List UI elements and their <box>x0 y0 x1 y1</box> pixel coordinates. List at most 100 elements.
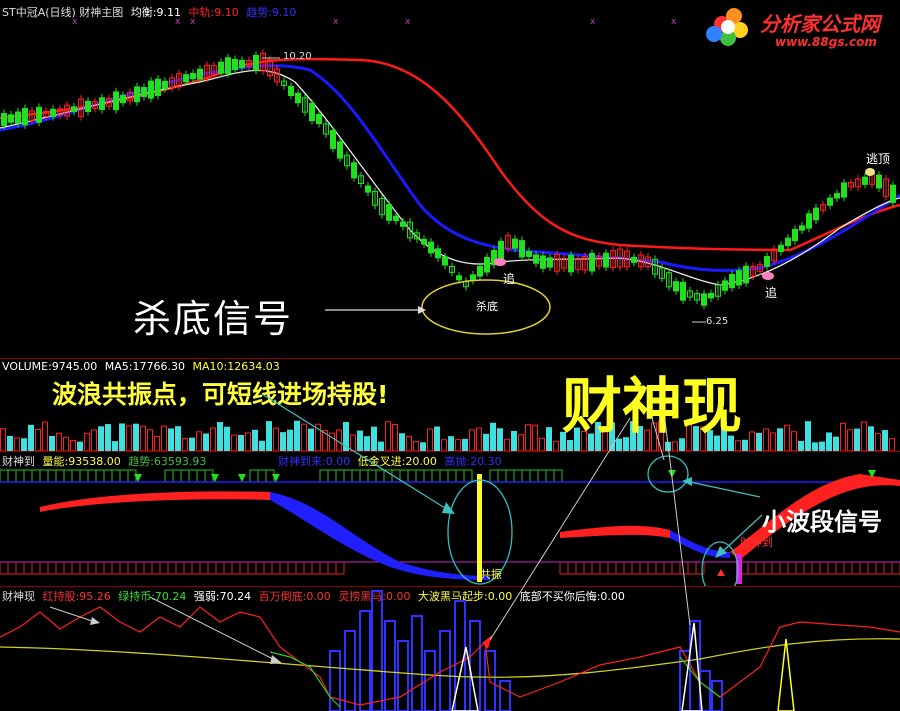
site-logo[interactable]: 分析家公式网 www.88gs.com <box>700 2 900 52</box>
green-comb-tooth <box>0 469 9 482</box>
green-comb-tooth <box>513 469 523 482</box>
red-comb-tooth <box>819 562 829 575</box>
volume-bar <box>315 423 321 451</box>
green-comb-tooth <box>545 469 555 482</box>
volume-bar <box>112 441 118 451</box>
volume-bar <box>70 439 76 451</box>
volume-bar <box>105 424 111 451</box>
volume-bar <box>147 429 153 451</box>
volume-bar <box>287 429 293 451</box>
volume-bar <box>126 425 132 451</box>
green-comb-tooth <box>439 469 449 482</box>
green-comb-tooth <box>359 469 369 482</box>
green-comb-tooth <box>351 469 361 482</box>
red-comb-tooth <box>111 562 121 575</box>
resonance-label: 共振 <box>480 568 502 581</box>
red-comb-tooth <box>87 562 97 575</box>
green-comb-tooth <box>127 469 137 482</box>
volume-bar <box>371 426 377 451</box>
green-comb-tooth <box>188 469 198 482</box>
red-comb-tooth <box>623 562 633 575</box>
red-comb-tooth <box>787 562 797 575</box>
volume-bar <box>161 425 167 451</box>
flower-icon <box>706 8 748 46</box>
volume-bar <box>140 425 146 451</box>
red-up-arrow <box>717 569 725 576</box>
volume-bar <box>539 437 545 451</box>
main-chart-panel[interactable]: ST中冠A(日线) 财神主图 均衡:9.11 中轨:9.10 趋势:9.10 x… <box>0 0 900 358</box>
volume-bar <box>259 440 265 451</box>
red-comb-tooth <box>311 562 321 575</box>
volume-bar <box>805 421 811 451</box>
red-comb-tooth <box>591 562 601 575</box>
red-comb <box>0 562 900 575</box>
green-comb-tooth <box>196 469 206 482</box>
balance-line <box>0 69 900 286</box>
volume-bar <box>28 424 34 451</box>
volume-bar <box>490 422 496 451</box>
candlesticks <box>1 49 896 310</box>
tower-bar <box>499 680 511 711</box>
green-comb-tooth <box>399 469 409 482</box>
green-comb-tooth <box>327 469 337 482</box>
volume-bar <box>546 427 552 451</box>
red-comb-tooth <box>71 562 81 575</box>
green-comb-tooth <box>39 469 49 482</box>
volume-bar <box>245 432 251 451</box>
green-comb-tooth <box>447 469 457 482</box>
red-comb-tooth <box>559 562 569 575</box>
green-comb-tooth <box>423 469 433 482</box>
volume-bar <box>518 434 524 451</box>
caishenxian-panel[interactable]: 财神现 红持股:95.26 绿持币:70.24 强弱:70.24 百万倒底:0.… <box>0 587 900 711</box>
volume-bar <box>553 440 559 451</box>
volume-bar <box>770 432 776 451</box>
volume-bar <box>441 439 447 451</box>
red-comb-tooth <box>279 562 289 575</box>
green-comb-tooth <box>164 469 174 482</box>
volume-bar <box>336 429 342 451</box>
volume-bar <box>525 424 531 451</box>
volume-bar <box>21 438 27 451</box>
volume-bar <box>182 437 188 451</box>
volume-bar <box>357 430 363 451</box>
red-comb-tooth <box>335 562 345 575</box>
red-comb-tooth <box>835 562 845 575</box>
green-comb-tooth <box>204 469 214 482</box>
volume-bar <box>154 435 160 451</box>
red-comb-tooth <box>7 562 17 575</box>
green-comb-tooth <box>537 469 547 482</box>
volume-bar <box>385 421 391 451</box>
volume-bar <box>434 426 440 451</box>
red-comb-tooth <box>303 562 313 575</box>
volume-bar <box>308 428 314 451</box>
volume-bar <box>840 422 846 451</box>
green-comb-tooth <box>391 469 401 482</box>
volume-bar <box>322 430 328 451</box>
volume-bar <box>812 442 818 451</box>
green-comb-tooth <box>367 469 377 482</box>
green-comb-tooth <box>489 469 499 482</box>
red-comb-tooth <box>287 562 297 575</box>
tower-bar <box>359 610 371 711</box>
volume-bar <box>364 436 370 451</box>
red-comb-tooth <box>55 562 65 575</box>
volume-bar <box>42 421 48 451</box>
green-comb-tooth <box>553 469 563 482</box>
volume-bar <box>392 423 398 451</box>
red-comb-tooth <box>607 562 617 575</box>
green-comb-tooth <box>505 469 515 482</box>
green-comb-tooth <box>415 469 425 482</box>
volume-bar <box>301 423 307 451</box>
red-comb-tooth <box>119 562 129 575</box>
escape-top-label: 逃顶 <box>866 152 891 166</box>
chase-label-1: 追 <box>503 272 516 286</box>
volume-bar <box>189 437 195 451</box>
red-comb-tooth <box>575 562 585 575</box>
volume-bar <box>294 420 300 451</box>
volume-bar <box>210 427 216 451</box>
red-comb-tooth <box>207 562 217 575</box>
red-comb-tooth <box>143 562 153 575</box>
green-comb-tooth <box>335 469 345 482</box>
red-comb-tooth <box>883 562 893 575</box>
green-comb-tooth <box>103 469 113 482</box>
